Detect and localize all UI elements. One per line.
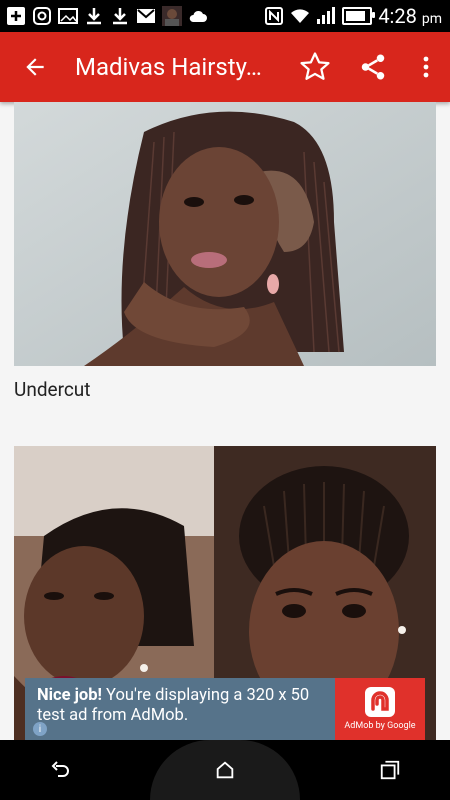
image-icon	[58, 6, 78, 26]
app-bar-actions	[286, 32, 450, 102]
download-icon	[84, 6, 104, 26]
signal-icon	[316, 6, 336, 26]
hairstyle-caption: Undercut	[14, 378, 91, 401]
clock-ampm: pm	[421, 11, 442, 27]
battery-icon	[342, 7, 376, 25]
favorite-button[interactable]	[286, 32, 344, 102]
star-outline-icon	[300, 52, 330, 80]
navigation-bar	[0, 740, 450, 800]
battery-fill	[346, 11, 365, 21]
hairstyle-list[interactable]: Undercut	[0, 102, 450, 740]
overflow-menu-button[interactable]	[402, 32, 450, 102]
nav-back-button[interactable]	[30, 740, 90, 800]
ad-info-icon[interactable]: i	[33, 722, 47, 736]
undercut-photo-illustration	[14, 102, 436, 366]
cloud-icon	[188, 6, 208, 26]
nav-home-icon	[216, 761, 234, 779]
hairstyle-photo[interactable]	[14, 102, 436, 366]
nav-recents-icon	[380, 760, 400, 780]
ad-banner[interactable]: Nice job! You're displaying a 320 x 50 t…	[25, 678, 425, 740]
arrow-back-icon	[26, 58, 44, 76]
ad-text: Nice job! You're displaying a 320 x 50 t…	[25, 678, 335, 740]
nav-back-icon	[51, 761, 69, 777]
notification-icons	[0, 6, 208, 26]
page-title: Madivas Hairsty…	[75, 53, 262, 81]
system-icons: 4:28 pm	[264, 4, 450, 28]
download-icon	[110, 6, 130, 26]
clock-time: 4:28	[378, 4, 417, 28]
wifi-icon	[290, 6, 310, 26]
add-icon	[6, 6, 26, 26]
app-bar: Madivas Hairsty…	[0, 32, 450, 102]
admob-brand: AdMob by Google	[335, 678, 425, 740]
share-icon	[361, 54, 385, 80]
nav-home-button[interactable]	[150, 740, 300, 800]
admob-logo-icon	[365, 687, 395, 717]
contact-photo-icon	[162, 6, 182, 26]
admob-brand-text: AdMob by Google	[344, 721, 416, 731]
more-vert-icon	[423, 56, 429, 78]
instagram-icon	[32, 6, 52, 26]
share-button[interactable]	[344, 32, 402, 102]
status-bar: 4:28 pm	[0, 0, 450, 32]
clock: 4:28 pm	[378, 4, 442, 28]
back-button[interactable]	[0, 32, 70, 102]
ad-headline: Nice job!	[37, 686, 102, 705]
nfc-icon	[264, 6, 284, 26]
gmail-icon	[136, 6, 156, 26]
nav-recents-button[interactable]	[360, 740, 420, 800]
